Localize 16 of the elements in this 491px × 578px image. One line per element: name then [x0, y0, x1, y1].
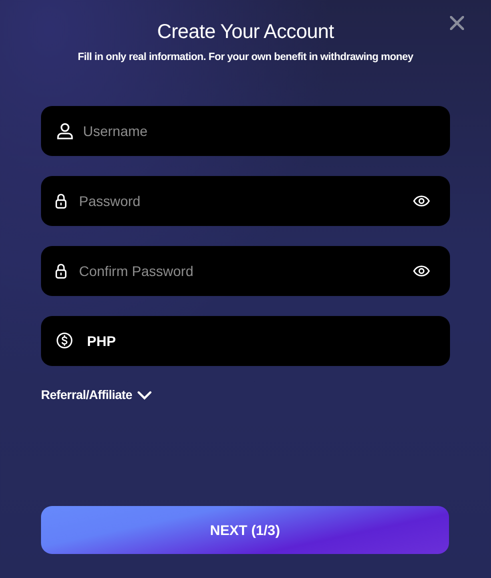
input-field[interactable]: Username — [41, 106, 450, 156]
user-icon — [56, 122, 74, 140]
dialog-title: Create Your Account — [156, 20, 335, 44]
lock-icon — [55, 193, 67, 209]
eye-icon[interactable] — [413, 195, 430, 207]
input-field[interactable]: Password — [41, 176, 450, 226]
input-field[interactable]: PHP — [41, 316, 450, 366]
lock-icon — [55, 263, 67, 279]
subtitle: Fill in only real information. For your own benefit in withdrawing money — [76, 50, 414, 64]
dollar-coin-icon — [56, 332, 73, 349]
referral-toggle[interactable]: Referral/Affiliate — [41, 388, 152, 402]
eye-icon[interactable] — [413, 265, 430, 277]
close-icon[interactable] — [450, 16, 464, 30]
chevron-icon — [137, 390, 152, 400]
input-field[interactable]: Confirm Password — [41, 246, 450, 296]
next-button[interactable]: NEXT (1/3) — [41, 506, 449, 554]
